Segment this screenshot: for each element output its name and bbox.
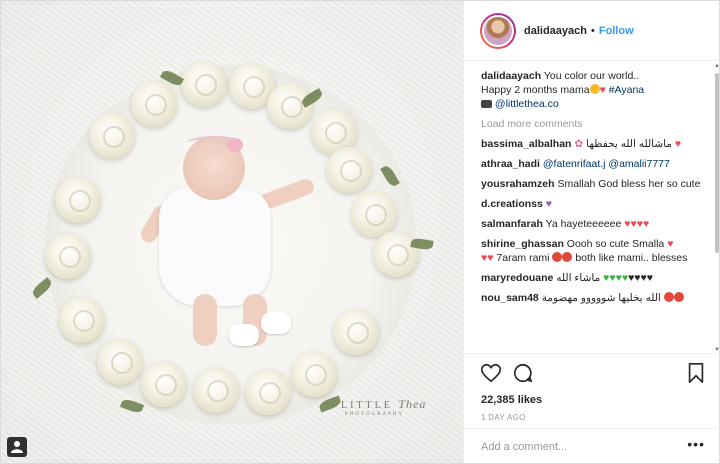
mention-link[interactable]: @amalii7777 [608,158,669,170]
baby-figure [131,126,321,356]
heart-outline-icon [481,363,501,383]
heart-emoji-icon: ♥ [599,84,606,96]
comment: yousrahamzeh Smallah God bless her so cu… [481,177,707,191]
rose [333,309,379,355]
rose [131,81,177,127]
rose [193,367,239,413]
baby-sock [261,312,291,334]
headband-bow [227,138,243,152]
baby-white-romper [159,188,271,306]
green-heart-emoji-icon: ♥♥♥♥ [603,272,629,284]
mention-link[interactable]: @littlethea.co [495,98,559,110]
comment-bubble-icon [513,363,533,383]
comment: maryredouane ماشاء الله ♥♥♥♥♥♥♥♥ [481,271,707,285]
comment-username[interactable]: bassima_albalhan [481,138,571,150]
header-username[interactable]: dalidaayach [524,25,587,37]
avatar-story-ring[interactable] [480,12,516,49]
comment-username[interactable]: salmanfarah [481,218,543,230]
rose [373,231,419,277]
mention-link[interactable]: @fatenrifaat.j [543,158,606,170]
comment: shirine_ghassan Oooh so cute Smalla ♥ ♥♥… [481,237,707,265]
comment: bassima_albalhan ✿ ماشالله الله يحفظها ♥ [481,137,707,151]
rose [245,369,291,415]
comments-list: dalidaayach You color our world.. Happy … [481,69,707,352]
heart-eyes-emoji-icon [552,252,563,262]
caption-username[interactable]: dalidaayach [481,70,541,82]
comment-text: ماشالله الله يحفظها [586,138,672,150]
comment-username[interactable]: athraa_hadi [481,158,540,170]
heart-emoji-icon: ♥♥ [481,252,494,264]
post-timestamp[interactable]: 1 DAY AGO [481,413,526,422]
comments-scrollbar[interactable]: ▲ ▼ [714,63,720,353]
heart-emoji-icon: ♥ [674,138,682,150]
likes-count[interactable]: 22,385 likes [481,394,542,406]
header-separator: • [590,24,595,37]
scroll-up-arrow-icon[interactable]: ▲ [714,63,720,69]
comment-text: Smallah God bless her so cute [557,178,701,190]
rose [351,191,397,237]
rose [181,61,227,107]
watermark-script: Thea [398,397,427,411]
baby-sock [229,324,259,346]
add-comment-input[interactable] [481,437,671,457]
like-button[interactable] [480,362,502,384]
comment-text-3: both like mami.. blesses [575,252,688,264]
rose [141,361,187,407]
comment: athraa_hadi @fatenrifaat.j @amalii7777 [481,157,707,171]
more-options-icon[interactable]: ••• [687,437,705,451]
load-more-comments[interactable]: Load more comments [481,117,707,131]
rose [59,297,105,343]
watermark-sub: PHOTOGRAPHY [345,412,405,417]
add-comment-bar: ••• [464,428,720,464]
heart-eyes-emoji-icon [562,252,573,262]
comment-username[interactable]: maryredouane [481,272,553,284]
black-heart-emoji-icon: ♥♥♥♥ [628,272,653,284]
hashtag-link[interactable]: #Ayana [609,84,644,96]
comment-username[interactable]: d.creationss [481,198,543,210]
rose [326,147,372,193]
caption-line1: You color our world.. [543,70,640,82]
post-header: dalidaayach • Follow [464,1,720,61]
comment-button[interactable] [512,362,534,384]
comment-text: الله يخليها شووووو مهضومة [541,292,661,304]
heart-emoji-icon: ♥♥♥♥ [624,218,650,230]
caption: dalidaayach You color our world.. Happy … [481,69,707,111]
watermark-brand: LITTLE [341,400,393,411]
comment-text: Ya hayeteeeeee [545,218,622,230]
comment-username[interactable]: shirine_ghassan [481,238,564,250]
user-tag-button[interactable] [7,437,27,457]
caption-line2: Happy 2 months mama [481,84,590,96]
heart-eyes-emoji-icon [673,292,684,302]
comment: salmanfarah Ya hayeteeeeee ♥♥♥♥ [481,217,707,231]
flower-emoji-icon: ✿ [574,138,584,150]
comment: d.creationss ♥ [481,197,707,211]
camera-emoji-icon [481,100,492,108]
rose [55,177,101,223]
baby-leg [193,294,217,346]
rose [45,233,91,279]
comment-username[interactable]: yousrahamzeh [481,178,555,190]
comment-text-2: 7aram rami [496,252,550,264]
bookmark-icon [688,363,704,383]
post-side-panel: dalidaayach • Follow dalidaayach You col… [463,1,720,463]
rose [89,113,135,159]
purple-heart-emoji-icon: ♥ [545,198,553,210]
follow-button[interactable]: Follow [599,25,634,37]
photographer-watermark: LITTLE Thea PHOTOGRAPHY [341,397,426,417]
avatar [482,14,514,47]
user-tag-icon [11,441,23,453]
post-actions: 22,385 likes 1 DAY AGO ••• [464,353,720,463]
comment-username[interactable]: nou_sam48 [481,292,539,304]
save-button[interactable] [685,362,707,384]
instagram-post: LITTLE Thea PHOTOGRAPHY dalidaayach • Fo… [0,0,720,464]
scrollbar-thumb[interactable] [715,73,719,253]
comment-text: ماشاء الله [556,272,601,284]
heart-emoji-icon: ♥ [667,238,674,250]
comment-text: Oooh so cute Smalla [566,238,665,250]
rose [291,351,337,397]
comment: nou_sam48 الله يخليها شووووو مهضومة [481,291,707,305]
heart-eyes-emoji-icon [663,292,674,302]
post-photo[interactable]: LITTLE Thea PHOTOGRAPHY [1,1,463,463]
smiling-face-emoji-icon [589,84,600,94]
